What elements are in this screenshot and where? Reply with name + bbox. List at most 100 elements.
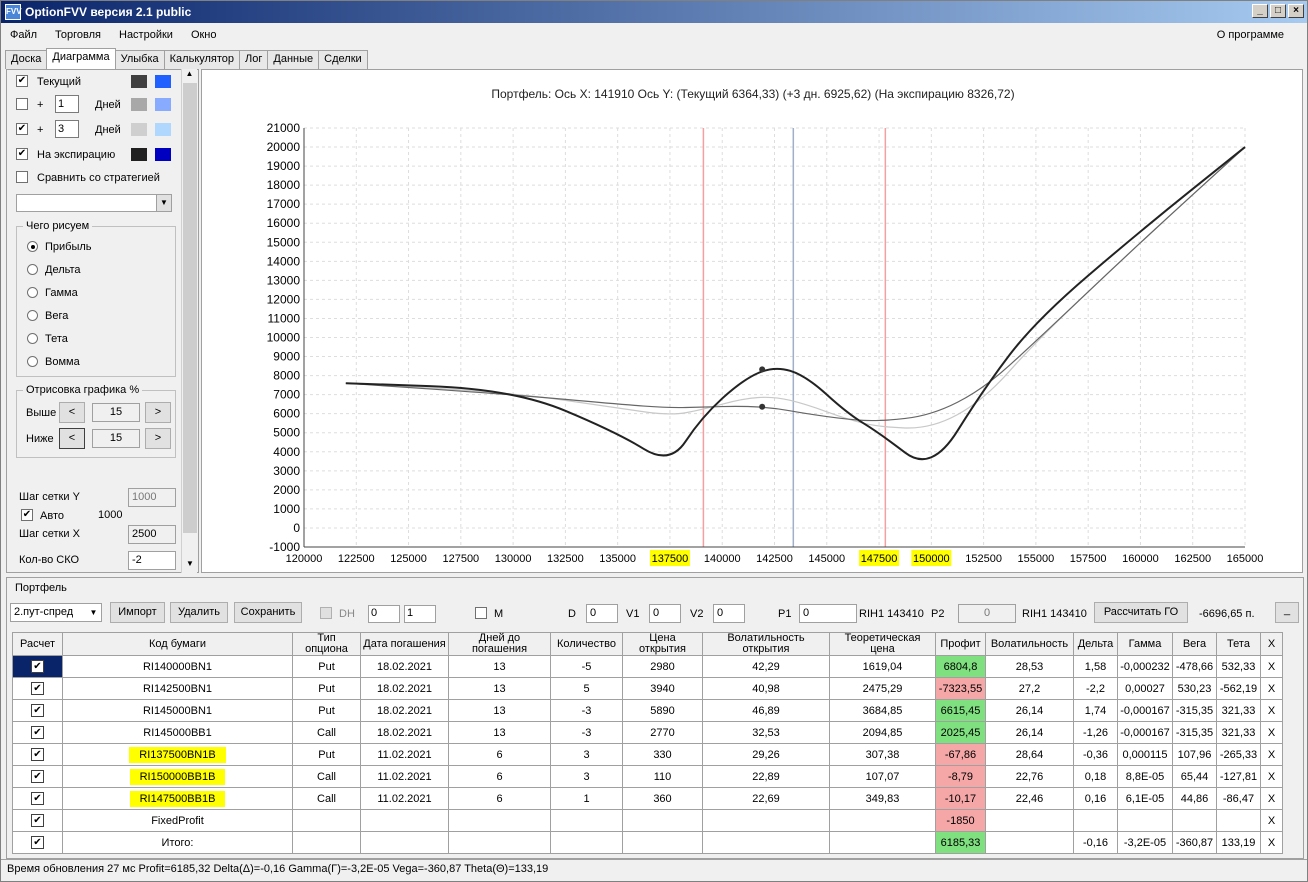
row-checkbox[interactable]: ✔: [31, 814, 44, 827]
radio-vega[interactable]: [27, 310, 38, 321]
d-input[interactable]: 0: [586, 604, 618, 623]
row-checkbox[interactable]: ✔: [31, 792, 44, 805]
tab-data[interactable]: Данные: [267, 50, 320, 69]
compare-checkbox[interactable]: [16, 171, 28, 183]
tab-trades[interactable]: Сделки: [318, 50, 368, 69]
strategy-dropdown[interactable]: 2.пут-спред ▼: [10, 603, 102, 622]
tab-chart[interactable]: Диаграмма: [46, 48, 116, 69]
menu-settings[interactable]: Настройки: [110, 29, 182, 41]
plus3-checkbox[interactable]: ✔: [16, 123, 28, 135]
radio-profit[interactable]: [27, 241, 38, 252]
row-checkbox[interactable]: ✔: [31, 748, 44, 761]
delete-row-button[interactable]: X: [1260, 787, 1283, 810]
menu-file[interactable]: Файл: [1, 29, 46, 41]
current-color-dark[interactable]: [131, 75, 147, 88]
column-header[interactable]: Вега: [1172, 632, 1217, 656]
below-increase-button[interactable]: >: [145, 428, 171, 449]
grid-x-input[interactable]: 2500: [128, 525, 176, 544]
p2-input[interactable]: 0: [958, 604, 1016, 623]
row-checkbox[interactable]: ✔: [31, 704, 44, 717]
row-checkbox-cell[interactable]: ✔: [12, 743, 63, 766]
grid-y-input[interactable]: 1000: [128, 488, 176, 507]
column-header[interactable]: Теоретическая цена: [829, 632, 936, 656]
table-row[interactable]: ✔ RI137500BN1B Put 11.02.2021 6 3 330 29,26 307,…: [12, 743, 1283, 766]
row-checkbox-cell[interactable]: ✔: [12, 809, 63, 832]
dh-spin-2[interactable]: 1: [404, 605, 436, 623]
column-header[interactable]: Тета: [1216, 632, 1261, 656]
tab-board[interactable]: Доска: [5, 50, 48, 69]
scroll-up-icon[interactable]: ▲: [182, 69, 197, 83]
delete-row-button[interactable]: X: [1260, 721, 1283, 744]
column-header[interactable]: Тип опциона: [292, 632, 361, 656]
column-header[interactable]: Дата погашения: [360, 632, 449, 656]
dh-spin-1[interactable]: 0: [368, 605, 400, 623]
column-header[interactable]: Гамма: [1117, 632, 1173, 656]
expiry-checkbox[interactable]: ✔: [16, 148, 28, 160]
days1-input[interactable]: 1: [55, 95, 79, 113]
expiry-color-blue[interactable]: [155, 148, 171, 161]
sko-input[interactable]: -2: [128, 551, 176, 570]
maximize-button[interactable]: □: [1270, 4, 1286, 18]
menu-window[interactable]: Окно: [182, 29, 226, 41]
calc-go-button[interactable]: Рассчитать ГО: [1094, 602, 1188, 623]
radio-delta[interactable]: [27, 264, 38, 275]
tab-log[interactable]: Лог: [239, 50, 269, 69]
import-button[interactable]: Импорт: [110, 602, 165, 623]
menu-trade[interactable]: Торговля: [46, 29, 110, 41]
row-checkbox-cell[interactable]: ✔: [12, 787, 63, 810]
row-checkbox-cell[interactable]: ✔: [12, 699, 63, 722]
row-checkbox[interactable]: ✔: [31, 660, 44, 673]
radio-theta[interactable]: [27, 333, 38, 344]
radio-vomma[interactable]: [27, 356, 38, 367]
row-checkbox[interactable]: ✔: [31, 770, 44, 783]
table-row[interactable]: ✔ FixedProfit -1850 X: [12, 809, 1283, 832]
plus1-checkbox[interactable]: [16, 98, 28, 110]
table-row[interactable]: ✔ RI142500BN1 Put 18.02.2021 13 5 3940 40,98 247…: [12, 677, 1283, 700]
column-header[interactable]: Профит: [935, 632, 986, 656]
p1-input[interactable]: 0: [799, 604, 857, 623]
row-checkbox-cell[interactable]: ✔: [12, 831, 63, 854]
plus3-color-gray[interactable]: [131, 123, 147, 136]
table-row[interactable]: ✔ RI145000BN1 Put 18.02.2021 13 -3 5890 46,89 36…: [12, 699, 1283, 722]
delete-button[interactable]: Удалить: [170, 602, 228, 623]
days3-input[interactable]: 3: [55, 120, 79, 138]
row-checkbox[interactable]: ✔: [31, 682, 44, 695]
expiry-color-black[interactable]: [131, 148, 147, 161]
m-checkbox[interactable]: [475, 607, 487, 619]
delete-row-button[interactable]: X: [1260, 743, 1283, 766]
plus1-color-blue[interactable]: [155, 98, 171, 111]
radio-gamma[interactable]: [27, 287, 38, 298]
delete-row-button[interactable]: X: [1260, 765, 1283, 788]
column-header[interactable]: Количество: [550, 632, 623, 656]
table-row[interactable]: ✔ RI150000BB1B Call 11.02.2021 6 3 110 22,89 107…: [12, 765, 1283, 788]
row-checkbox-cell[interactable]: ✔: [12, 677, 63, 700]
profit-chart[interactable]: Портфель: Ось X: 141910 Ось Y: (Текущий …: [201, 69, 1303, 573]
column-header[interactable]: Расчет: [12, 632, 63, 656]
strategy-select[interactable]: ▼: [16, 194, 172, 212]
below-decrease-button[interactable]: <: [59, 428, 85, 449]
row-checkbox-cell[interactable]: ✔: [12, 721, 63, 744]
close-button[interactable]: ×: [1288, 4, 1304, 18]
minimize-button[interactable]: _: [1252, 4, 1268, 18]
above-decrease-button[interactable]: <: [59, 402, 85, 423]
settings-scrollbar[interactable]: ▲ ▼: [181, 69, 197, 573]
scroll-down-icon[interactable]: ▼: [182, 559, 198, 573]
column-header[interactable]: Дельта: [1073, 632, 1118, 656]
above-value[interactable]: 15: [92, 403, 140, 422]
below-value[interactable]: 15: [92, 429, 140, 448]
table-row[interactable]: ✔ RI147500BB1B Call 11.02.2021 6 1 360 22,69 349…: [12, 787, 1283, 810]
row-checkbox-cell[interactable]: ✔: [12, 655, 63, 678]
column-header[interactable]: Дней до погашения: [448, 632, 551, 656]
current-checkbox[interactable]: ✔: [16, 75, 28, 87]
save-button[interactable]: Сохранить: [234, 602, 302, 623]
row-checkbox[interactable]: ✔: [31, 836, 44, 849]
current-color-blue[interactable]: [155, 75, 171, 88]
column-header[interactable]: Волатильность открытия: [702, 632, 830, 656]
scroll-thumb[interactable]: [183, 83, 197, 533]
column-header[interactable]: Цена открытия: [622, 632, 703, 656]
dh-checkbox[interactable]: [320, 607, 332, 619]
column-header[interactable]: X: [1260, 632, 1283, 656]
table-row[interactable]: ✔ RI140000BN1 Put 18.02.2021 13 -5 2980 42,29 16…: [12, 655, 1283, 678]
row-checkbox-cell[interactable]: ✔: [12, 765, 63, 788]
delete-row-button[interactable]: X: [1260, 809, 1283, 832]
